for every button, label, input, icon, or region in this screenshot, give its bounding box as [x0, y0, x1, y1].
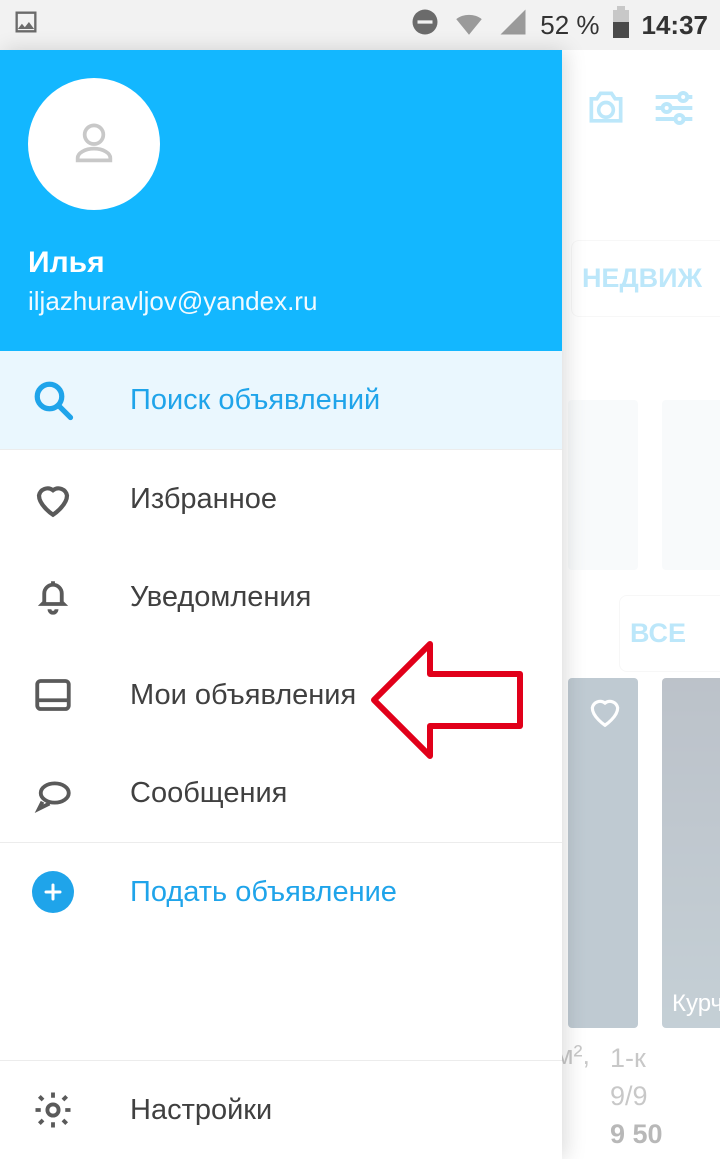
battery-percent: 52 %	[540, 10, 599, 41]
drawer-header[interactable]: Илья iljazhuravljov@yandex.ru	[0, 50, 562, 351]
status-bar: 52 % 14:37	[0, 0, 720, 50]
sidebar-item-label: Избранное	[130, 483, 277, 516]
bell-icon	[32, 576, 74, 618]
wifi-icon	[452, 5, 486, 46]
battery-icon	[612, 6, 630, 45]
signal-icon	[498, 7, 528, 44]
sidebar-item-label: Настройки	[130, 1094, 272, 1127]
search-icon	[32, 379, 74, 421]
picture-icon	[12, 8, 40, 43]
sidebar-item-messages[interactable]: Сообщения	[0, 744, 562, 842]
sidebar-item-label: Сообщения	[130, 777, 287, 810]
avatar[interactable]	[28, 78, 160, 210]
gear-icon	[32, 1089, 74, 1131]
clock: 14:37	[642, 10, 709, 41]
do-not-disturb-icon	[410, 7, 440, 44]
user-email: iljazhuravljov@yandex.ru	[28, 286, 534, 317]
chat-icon	[32, 772, 74, 814]
list-icon	[32, 674, 74, 716]
sidebar-item-post-ad[interactable]: Подать объявление	[0, 843, 562, 941]
sidebar-item-label: Подать объявление	[130, 876, 397, 909]
sidebar-item-label: Мои объявления	[130, 679, 356, 712]
sidebar-item-label: Поиск объявлений	[130, 384, 380, 417]
sidebar-item-my-ads[interactable]: Мои объявления	[0, 646, 562, 744]
sidebar-item-favorites[interactable]: Избранное	[0, 450, 562, 548]
heart-icon	[32, 478, 74, 520]
sidebar-item-label: Уведомления	[130, 581, 311, 614]
user-name: Илья	[28, 246, 534, 280]
plus-icon	[32, 871, 74, 913]
sidebar-item-settings[interactable]: Настройки	[0, 1061, 562, 1159]
sidebar-item-search[interactable]: Поиск объявлений	[0, 351, 562, 449]
sidebar-item-notifications[interactable]: Уведомления	[0, 548, 562, 646]
navigation-drawer: Илья iljazhuravljov@yandex.ru Поиск объя…	[0, 50, 562, 1159]
